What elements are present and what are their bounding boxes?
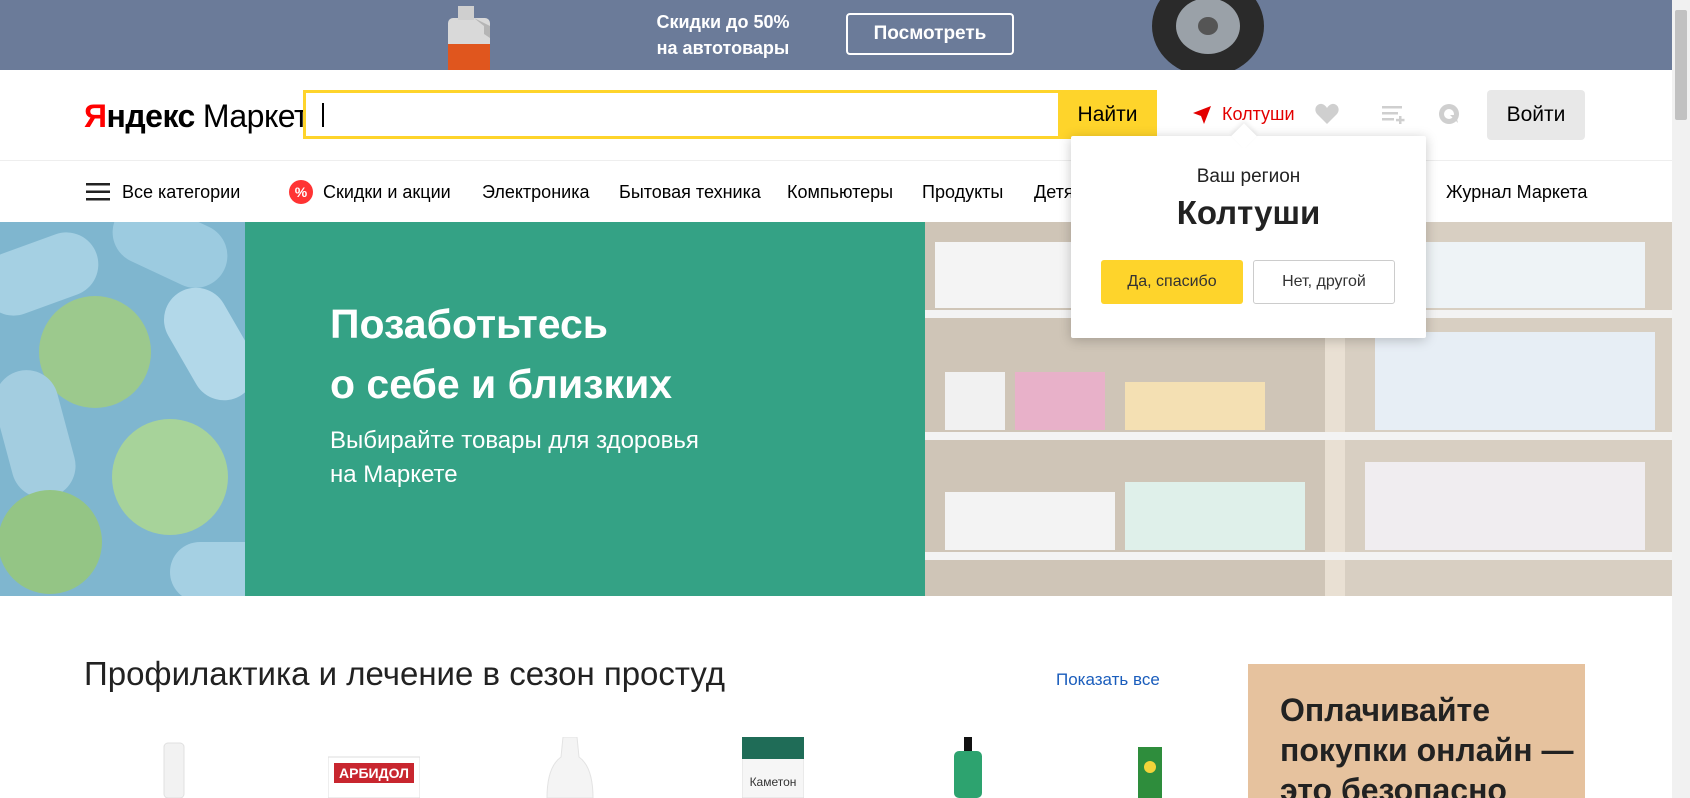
nav-item-products[interactable]: Продукты bbox=[922, 161, 1003, 223]
discount-percent-icon: % bbox=[289, 180, 313, 204]
payment-card-text: Оплачивайте покупки онлайн — это безопас… bbox=[1280, 690, 1580, 798]
motor-oil-can-icon bbox=[448, 6, 490, 70]
pills-image bbox=[0, 222, 245, 596]
search-button[interactable]: Найти bbox=[1058, 90, 1157, 139]
product-kameton-label: Каметон bbox=[750, 775, 797, 789]
online-payment-card[interactable]: Оплачивайте покупки онлайн — это безопас… bbox=[1248, 664, 1585, 798]
promo-text-line2: на автотовары bbox=[656, 38, 790, 58]
nav-item-electronics[interactable]: Электроника bbox=[482, 161, 589, 223]
product-kameton-box[interactable]: Каметон bbox=[742, 737, 804, 798]
login-button[interactable]: Войти bbox=[1487, 90, 1585, 140]
region-popup: Ваш регион Колтуши Да, спасибо Нет, друг… bbox=[1071, 123, 1426, 338]
nav-all-categories[interactable]: Все категории bbox=[122, 161, 240, 223]
compare-list-icon[interactable] bbox=[1380, 101, 1406, 127]
nav-item-kids[interactable]: Детя bbox=[1034, 161, 1074, 223]
logo-market: Маркет bbox=[202, 98, 309, 134]
hero-title-line1: Позаботьтесь bbox=[330, 301, 608, 347]
nav-item-discounts[interactable]: Скидки и акции bbox=[323, 161, 451, 223]
region-decline-button[interactable]: Нет, другой bbox=[1253, 260, 1395, 304]
product-pump-bottle[interactable] bbox=[950, 737, 986, 798]
region-confirm-button[interactable]: Да, спасибо bbox=[1101, 260, 1243, 304]
hero-title: Позаботьтесь о себе и близких bbox=[330, 294, 850, 414]
nav-item-computers[interactable]: Компьютеры bbox=[787, 161, 893, 223]
logo-yandex-rest: ндекс bbox=[106, 98, 196, 134]
region-popup-city: Колтуши bbox=[1176, 194, 1321, 231]
tire-icon bbox=[1152, 0, 1264, 70]
page-scrollbar[interactable] bbox=[1672, 0, 1690, 798]
product-white-bottle[interactable] bbox=[545, 737, 595, 798]
orders-icon[interactable] bbox=[1436, 101, 1462, 127]
promo-text-line1: Скидки до 50% bbox=[656, 12, 790, 32]
product-green-box[interactable] bbox=[1138, 737, 1162, 798]
yandex-market-logo[interactable]: Яндекс Маркет bbox=[84, 96, 309, 136]
promo-banner[interactable]: Скидки до 50% на автотовары Посмотреть bbox=[0, 0, 1672, 70]
logo-letter-ya: Я bbox=[84, 98, 107, 134]
region-selector[interactable]: Колтуши bbox=[1192, 104, 1295, 125]
product-arbidol-box[interactable]: АРБИДОЛ bbox=[328, 737, 420, 798]
hero-subtitle: Выбирайте товары для здоровья на Маркете bbox=[330, 424, 790, 492]
region-label: Колтуши bbox=[1222, 104, 1295, 124]
payment-card-line1: Оплачивайте bbox=[1280, 692, 1490, 728]
scrollbar-thumb[interactable] bbox=[1675, 10, 1687, 120]
text-caret bbox=[322, 103, 324, 127]
section-title: Профилактика и лечение в сезон простуд bbox=[84, 655, 726, 692]
payment-card-line3: это безопасно bbox=[1280, 772, 1507, 798]
show-all-link[interactable]: Показать все bbox=[1056, 670, 1160, 690]
hero-subtitle-line1: Выбирайте товары для здоровья bbox=[330, 427, 699, 454]
heart-icon[interactable] bbox=[1314, 101, 1340, 127]
promo-view-button[interactable]: Посмотреть bbox=[846, 13, 1014, 55]
location-arrow-icon bbox=[1193, 105, 1211, 124]
hero-title-line2: о себе и близких bbox=[330, 361, 673, 407]
payment-card-line2: покупки онлайн — bbox=[1280, 732, 1574, 768]
menu-icon[interactable] bbox=[86, 183, 110, 201]
nav-item-appliances[interactable]: Бытовая техника bbox=[619, 161, 761, 223]
nav-item-journal[interactable]: Журнал Маркета bbox=[1446, 161, 1587, 223]
search-input[interactable] bbox=[303, 90, 1058, 139]
hero-subtitle-line2: на Маркете bbox=[330, 461, 458, 488]
promo-text: Скидки до 50% на автотовары bbox=[630, 9, 816, 61]
region-popup-title: Ваш регион bbox=[1196, 166, 1301, 187]
product-arbidol-label: АРБИДОЛ bbox=[339, 765, 409, 781]
product-spray-bottle[interactable] bbox=[160, 737, 190, 798]
